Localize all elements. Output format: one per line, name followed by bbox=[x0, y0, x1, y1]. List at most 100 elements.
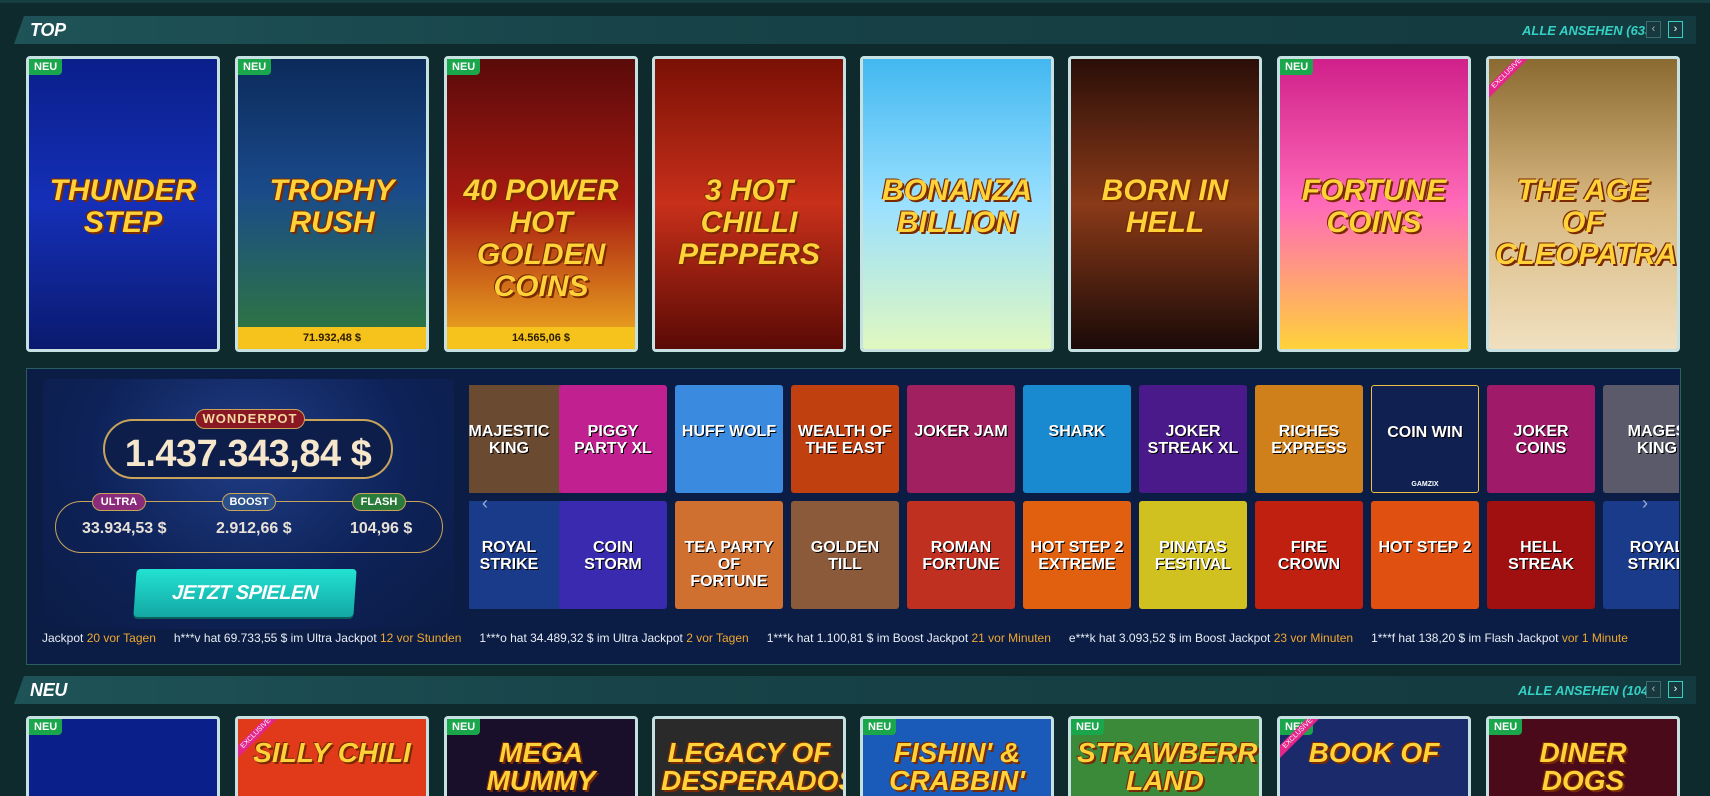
new-badge: NEU bbox=[1280, 59, 1314, 75]
new-game-card[interactable]: MEGA MUMMY NEU bbox=[444, 716, 638, 796]
ticker-item: 1***k hat 1.100,81 $ im Boost Jackpot 21… bbox=[767, 631, 1051, 645]
game-title: 40 POWER HOT GOLDEN COINS bbox=[463, 174, 619, 303]
top-game-card[interactable]: TROPHY RUSH NEU 71.932,48 $ bbox=[235, 56, 429, 352]
chevron-left-icon: ‹ bbox=[1651, 23, 1656, 35]
wonderpot-game-tile[interactable]: COIN STORM bbox=[559, 501, 667, 609]
chevron-left-icon: ‹ bbox=[1651, 683, 1656, 695]
game-title: TROPHY RUSH bbox=[269, 174, 395, 239]
tile-title: COIN STORM bbox=[584, 539, 642, 573]
wonderpot-game-tile[interactable]: HOT STEP 2 EXTREME bbox=[1023, 501, 1131, 609]
wonderpot-game-tile[interactable]: JOKER COINS bbox=[1487, 385, 1595, 493]
tile-title: WEALTH OF THE EAST bbox=[798, 423, 892, 457]
tier-flash-badge: FLASH bbox=[352, 493, 406, 511]
top-game-card[interactable]: THE AGE OF CLEOPATRA EXCLUSIVE bbox=[1486, 56, 1680, 352]
section-header-top: TOP ALLE ANSEHEN (633) ‹ › bbox=[14, 16, 1696, 44]
wonderpot-game-tile[interactable]: COIN WIN GAMZIX bbox=[1371, 385, 1479, 493]
top-game-card[interactable]: THUNDER STEP NEU bbox=[26, 56, 220, 352]
wonderpot-game-tile[interactable]: RICHES EXPRESS bbox=[1255, 385, 1363, 493]
tile-title: FIRE CROWN bbox=[1277, 539, 1341, 573]
top-game-card[interactable]: 40 POWER HOT GOLDEN COINS NEU 14.565,06 $ bbox=[444, 56, 638, 352]
game-title: DINER DOGS bbox=[1539, 737, 1627, 796]
wonderpot-game-tile[interactable]: SHARK bbox=[1023, 385, 1131, 493]
wonderpot-game-tile[interactable]: HELL STREAK bbox=[1487, 501, 1595, 609]
game-title: STRAWBERRY LAND bbox=[1077, 737, 1262, 796]
ticker-item: Jackpot 20 vor Tagen bbox=[42, 631, 156, 645]
new-game-card[interactable]: FISHIN' & CRABBIN' NEU bbox=[860, 716, 1054, 796]
ticker-item: h***v hat 69.733,55 $ im Ultra Jackpot 1… bbox=[174, 631, 462, 645]
new-badge: NEU bbox=[447, 59, 481, 75]
prev-button-top[interactable]: ‹ bbox=[1646, 21, 1661, 38]
new-badge: NEU bbox=[447, 719, 481, 735]
game-title: FORTUNE COINS bbox=[1301, 174, 1447, 239]
tile-title: MAJESTIC KING bbox=[469, 423, 550, 457]
next-button-new[interactable]: › bbox=[1668, 681, 1683, 698]
wonderpot-game-tile[interactable]: HUFF WOLF bbox=[675, 385, 783, 493]
tile-title: TEA PARTY OF FORTUNE bbox=[684, 539, 774, 590]
wonderpot-game-tile[interactable]: MAJESTIC KING bbox=[469, 385, 563, 493]
game-title: BONANZA BILLION bbox=[882, 174, 1032, 239]
ticker-item: 1***o hat 34.489,32 $ im Ultra Jackpot 2… bbox=[479, 631, 748, 645]
tile-title: PIGGY PARTY XL bbox=[574, 423, 652, 457]
wonderpot-game-tile[interactable]: HOT STEP 2 bbox=[1371, 501, 1479, 609]
tile-title: ROMAN FORTUNE bbox=[922, 539, 1000, 573]
ticker-time: 23 vor Minuten bbox=[1273, 631, 1354, 645]
wonderpot-panel: WONDERPOT 1.437.343,84 $ ULTRA 33.934,53… bbox=[26, 368, 1681, 665]
wonderpot-game-tile[interactable]: WEALTH OF THE EAST bbox=[791, 385, 899, 493]
section-title-top: TOP bbox=[30, 20, 66, 40]
ticker-time: 20 vor Tagen bbox=[86, 631, 156, 645]
tile-title: JOKER JAM bbox=[914, 423, 1008, 440]
ticker-text: h***v hat 69.733,55 $ im Ultra Jackpot bbox=[173, 631, 380, 645]
top-game-card[interactable]: FORTUNE COINS NEU bbox=[1277, 56, 1471, 352]
wonderpot-jackpot-box: WONDERPOT 1.437.343,84 $ ULTRA 33.934,53… bbox=[43, 379, 454, 629]
wonderpot-game-tile[interactable]: JOKER JAM bbox=[907, 385, 1015, 493]
tile-title: HOT STEP 2 EXTREME bbox=[1030, 539, 1124, 573]
wonderpot-game-tile[interactable]: MAGES KING bbox=[1603, 385, 1679, 493]
new-game-card[interactable]: LEGACY OF DESPERADOS bbox=[652, 716, 846, 796]
game-title: THUNDER STEP bbox=[49, 174, 197, 239]
wonderpot-game-tile[interactable]: ROYAL STRIKE bbox=[469, 501, 563, 609]
new-badge: NEU bbox=[29, 719, 63, 735]
new-badge: NEU bbox=[863, 719, 897, 735]
wonderpot-game-tile[interactable]: TEA PARTY OF FORTUNE bbox=[675, 501, 783, 609]
new-game-card[interactable]: NEU bbox=[26, 716, 220, 796]
tile-title: ROYAL STRIKE bbox=[479, 539, 539, 573]
ticker-item: 1***f hat 138,20 $ im Flash Jackpot vor … bbox=[1371, 631, 1628, 645]
wonderpot-game-tile[interactable]: ROMAN FORTUNE bbox=[907, 501, 1015, 609]
ticker-text: 1***f hat 138,20 $ im Flash Jackpot bbox=[1371, 631, 1562, 645]
see-all-new-link[interactable]: ALLE ANSEHEN (1040) bbox=[1518, 683, 1660, 698]
new-game-card[interactable]: STRAWBERRY LAND NEU bbox=[1068, 716, 1262, 796]
top-game-card[interactable]: 3 HOT CHILLI PEPPERS bbox=[652, 56, 846, 352]
chevron-left-icon[interactable]: ‹ bbox=[482, 493, 488, 514]
chevron-right-icon[interactable]: › bbox=[1642, 493, 1648, 514]
section-title-new: NEU bbox=[30, 680, 68, 700]
jackpot-winners-ticker: Jackpot 20 vor Tagen h***v hat 69.733,55 … bbox=[42, 631, 1672, 647]
tile-title: PINATAS FESTIVAL bbox=[1154, 539, 1232, 573]
game-title: 3 HOT CHILLI PEPPERS bbox=[678, 174, 820, 271]
tile-title: HELL STREAK bbox=[1508, 539, 1574, 573]
wonderpot-game-tile[interactable]: PINATAS FESTIVAL bbox=[1139, 501, 1247, 609]
tile-title: MAGES KING bbox=[1627, 423, 1679, 457]
top-game-card[interactable]: BONANZA BILLION bbox=[860, 56, 1054, 352]
wonderpot-game-tile[interactable]: JOKER STREAK XL bbox=[1139, 385, 1247, 493]
prev-button-new[interactable]: ‹ bbox=[1646, 681, 1661, 698]
ticker-time: 12 vor Stunden bbox=[380, 631, 462, 645]
section-header-new: NEU ALLE ANSEHEN (1040) ‹ › bbox=[14, 676, 1696, 704]
wonderpot-game-tile[interactable]: PIGGY PARTY XL bbox=[559, 385, 667, 493]
game-title: FISHIN' & CRABBIN' bbox=[889, 737, 1025, 796]
chevron-right-icon: › bbox=[1673, 683, 1678, 695]
wonderpot-game-tile[interactable]: ROYAL STRIKE bbox=[1603, 501, 1679, 609]
see-all-top-link[interactable]: ALLE ANSEHEN (633) bbox=[1522, 23, 1657, 38]
tile-title: JOKER STREAK XL bbox=[1147, 423, 1239, 457]
new-game-card[interactable]: BOOK OFNEUEXCLUSIVE bbox=[1277, 716, 1471, 796]
new-badge: NEU bbox=[1071, 719, 1105, 735]
top-game-card[interactable]: BORN IN HELL bbox=[1068, 56, 1262, 352]
tier-boost-value: 2.912,66 $ bbox=[216, 520, 292, 537]
new-game-card[interactable]: SILLY CHILI EXCLUSIVE bbox=[235, 716, 429, 796]
play-now-button[interactable]: JETZT SPIELEN bbox=[133, 569, 357, 617]
tile-title: COIN WIN bbox=[1387, 424, 1463, 441]
tier-flash-value: 104,96 $ bbox=[350, 520, 413, 537]
wonderpot-game-tile[interactable]: GOLDEN TILL bbox=[791, 501, 899, 609]
new-game-card[interactable]: DINER DOGS NEU bbox=[1486, 716, 1680, 796]
next-button-top[interactable]: › bbox=[1668, 21, 1683, 38]
wonderpot-game-tile[interactable]: FIRE CROWN bbox=[1255, 501, 1363, 609]
